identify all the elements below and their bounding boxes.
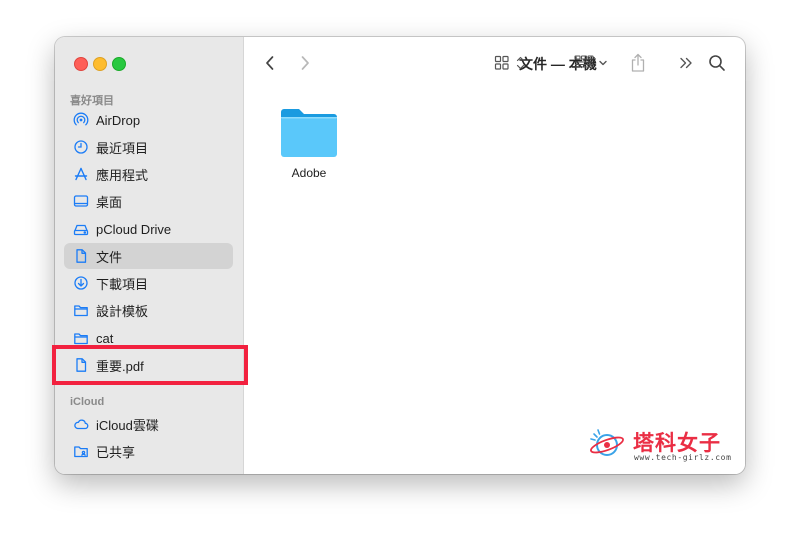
share-button[interactable] xyxy=(628,51,648,75)
more-toolbar-items-button[interactable] xyxy=(677,51,695,75)
sidebar-item-label: 最近項目 xyxy=(96,140,149,156)
sidebar-item-label: cat xyxy=(96,330,114,346)
document-icon xyxy=(73,248,89,264)
search-icon xyxy=(709,55,725,71)
sidebar-item-airdrop[interactable]: AirDrop xyxy=(64,107,233,133)
chevron-left-icon xyxy=(266,56,274,70)
group-icon xyxy=(574,55,607,68)
clock-icon xyxy=(73,139,89,155)
chevron-right-icon xyxy=(301,56,309,70)
favorites-section-title: 喜好項目 xyxy=(70,95,114,107)
sidebar: 喜好項目 AirDrop 最近項目 應用程式 桌面 pCloud Drive 文… xyxy=(55,37,244,474)
sidebar-item-label: 已共享 xyxy=(96,444,136,460)
back-button[interactable] xyxy=(262,51,278,75)
sidebar-item-label: 桌面 xyxy=(96,194,123,210)
forward-button[interactable] xyxy=(297,51,313,75)
download-icon xyxy=(73,275,89,291)
file-item-adobe[interactable]: Adobe xyxy=(274,107,344,180)
highlight-box xyxy=(52,345,248,385)
sidebar-item-pcloud-drive[interactable]: pCloud Drive xyxy=(64,216,233,242)
sidebar-item-recents[interactable]: 最近項目 xyxy=(64,134,233,160)
watermark-logo-icon xyxy=(590,429,624,456)
folder-icon xyxy=(281,109,337,157)
cloud-icon xyxy=(73,416,89,432)
sidebar-item-label: 下載項目 xyxy=(96,276,149,292)
double-chevron-icon xyxy=(680,57,692,69)
file-browser-content: Adobe xyxy=(244,89,745,474)
zoom-window-button[interactable] xyxy=(112,57,126,71)
folder-icon xyxy=(73,330,89,346)
file-name: Adobe xyxy=(291,166,327,180)
share-icon xyxy=(631,53,645,72)
icloud-section-title: iCloud xyxy=(70,396,105,408)
sidebar-item-label: AirDrop xyxy=(96,112,141,128)
group-button[interactable] xyxy=(574,51,610,75)
grid-view-icon xyxy=(494,55,525,70)
sidebar-item-label: pCloud Drive xyxy=(96,221,172,237)
view-mode-button[interactable] xyxy=(494,51,528,75)
toolbar: 文件 — 本機 xyxy=(244,37,745,89)
watermark-subtitle: www.tech-girlz.com xyxy=(634,453,732,462)
sidebar-item-design-templates[interactable]: 設計模板 xyxy=(64,297,233,323)
desktop-icon xyxy=(73,193,89,209)
sidebar-item-label: 應用程式 xyxy=(96,167,149,183)
drive-icon xyxy=(73,221,89,237)
airdrop-icon xyxy=(73,112,89,128)
close-window-button[interactable] xyxy=(74,57,88,71)
sidebar-item-label: 設計模板 xyxy=(96,303,149,319)
sidebar-item-documents[interactable]: 文件 xyxy=(64,243,233,269)
search-button[interactable] xyxy=(707,51,727,75)
minimize-window-button[interactable] xyxy=(93,57,107,71)
sidebar-item-downloads[interactable]: 下載項目 xyxy=(64,270,233,296)
finder-window: 喜好項目 AirDrop 最近項目 應用程式 桌面 pCloud Drive 文… xyxy=(55,37,745,474)
sidebar-item-label: 文件 xyxy=(96,249,123,265)
sidebar-item-icloud-drive[interactable]: iCloud雲碟 xyxy=(64,411,233,437)
shared-folder-icon xyxy=(73,443,89,459)
sidebar-item-desktop[interactable]: 桌面 xyxy=(64,188,233,214)
sidebar-item-shared[interactable]: 已共享 xyxy=(64,438,233,464)
sidebar-item-label: iCloud雲碟 xyxy=(96,417,159,433)
watermark: 塔科女子 www.tech-girlz.com xyxy=(588,425,733,465)
sidebar-item-applications[interactable]: 應用程式 xyxy=(64,161,233,187)
folder-icon xyxy=(73,302,89,318)
applications-icon xyxy=(73,166,89,182)
